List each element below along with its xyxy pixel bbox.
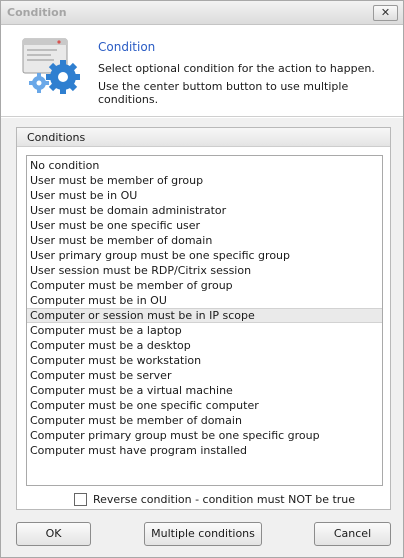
- condition-list-item[interactable]: User primary group must be one specific …: [27, 248, 382, 263]
- multiple-conditions-button[interactable]: Multiple conditions: [144, 522, 262, 546]
- reverse-condition-checkbox[interactable]: [74, 493, 87, 506]
- condition-list-item[interactable]: User session must be RDP/Citrix session: [27, 263, 382, 278]
- conditions-group-label: Conditions: [27, 131, 86, 144]
- cancel-button[interactable]: Cancel: [314, 522, 391, 546]
- condition-list-item[interactable]: Computer must have program installed: [27, 443, 382, 458]
- header-description-line2: Use the center buttom button to use mult…: [98, 80, 349, 106]
- dialog-header: Condition Select optional condition for …: [1, 25, 403, 117]
- condition-list-item[interactable]: User must be member of domain: [27, 233, 382, 248]
- condition-dialog: Condition ✕ Condition Select optional co…: [0, 0, 404, 558]
- condition-list-item[interactable]: User must be one specific user: [27, 218, 382, 233]
- condition-list-item[interactable]: User must be in OU: [27, 188, 382, 203]
- condition-list-item[interactable]: Computer must be workstation: [27, 353, 382, 368]
- condition-list-item[interactable]: Computer must be a virtual machine: [27, 383, 382, 398]
- window-title: Condition: [7, 6, 67, 19]
- condition-list-item[interactable]: Computer must be server: [27, 368, 382, 383]
- header-description-line1: Select optional condition for the action…: [98, 62, 375, 75]
- reverse-condition-label[interactable]: Reverse condition - condition must NOT b…: [93, 493, 355, 506]
- conditions-group: Conditions No condition User must be memb…: [16, 127, 391, 510]
- condition-list-item[interactable]: Computer or session must be in IP scope: [27, 308, 382, 323]
- conditions-listbox[interactable]: No condition User must be member of group…: [26, 155, 383, 486]
- close-button[interactable]: ✕: [373, 5, 398, 21]
- condition-list-item[interactable]: Computer must be a laptop: [27, 323, 382, 338]
- condition-list-item[interactable]: Computer must be one specific computer: [27, 398, 382, 413]
- condition-list-item[interactable]: User must be member of group: [27, 173, 382, 188]
- settings-gear-icon: [22, 38, 80, 94]
- conditions-group-header: Conditions: [17, 128, 390, 147]
- ok-button[interactable]: OK: [16, 522, 91, 546]
- condition-list-item[interactable]: User must be domain administrator: [27, 203, 382, 218]
- condition-list-item[interactable]: Computer must be a desktop: [27, 338, 382, 353]
- close-icon: ✕: [380, 6, 391, 19]
- condition-list-item[interactable]: Computer must be member of domain: [27, 413, 382, 428]
- header-title: Condition: [98, 40, 156, 54]
- condition-list-item[interactable]: No condition: [27, 158, 382, 173]
- title-bar[interactable]: Condition ✕: [1, 1, 403, 25]
- condition-list-item[interactable]: Computer must be member of group: [27, 278, 382, 293]
- condition-list-item[interactable]: Computer primary group must be one speci…: [27, 428, 382, 443]
- condition-list-item[interactable]: Computer must be in OU: [27, 293, 382, 308]
- dialog-body: Conditions No condition User must be memb…: [1, 118, 403, 557]
